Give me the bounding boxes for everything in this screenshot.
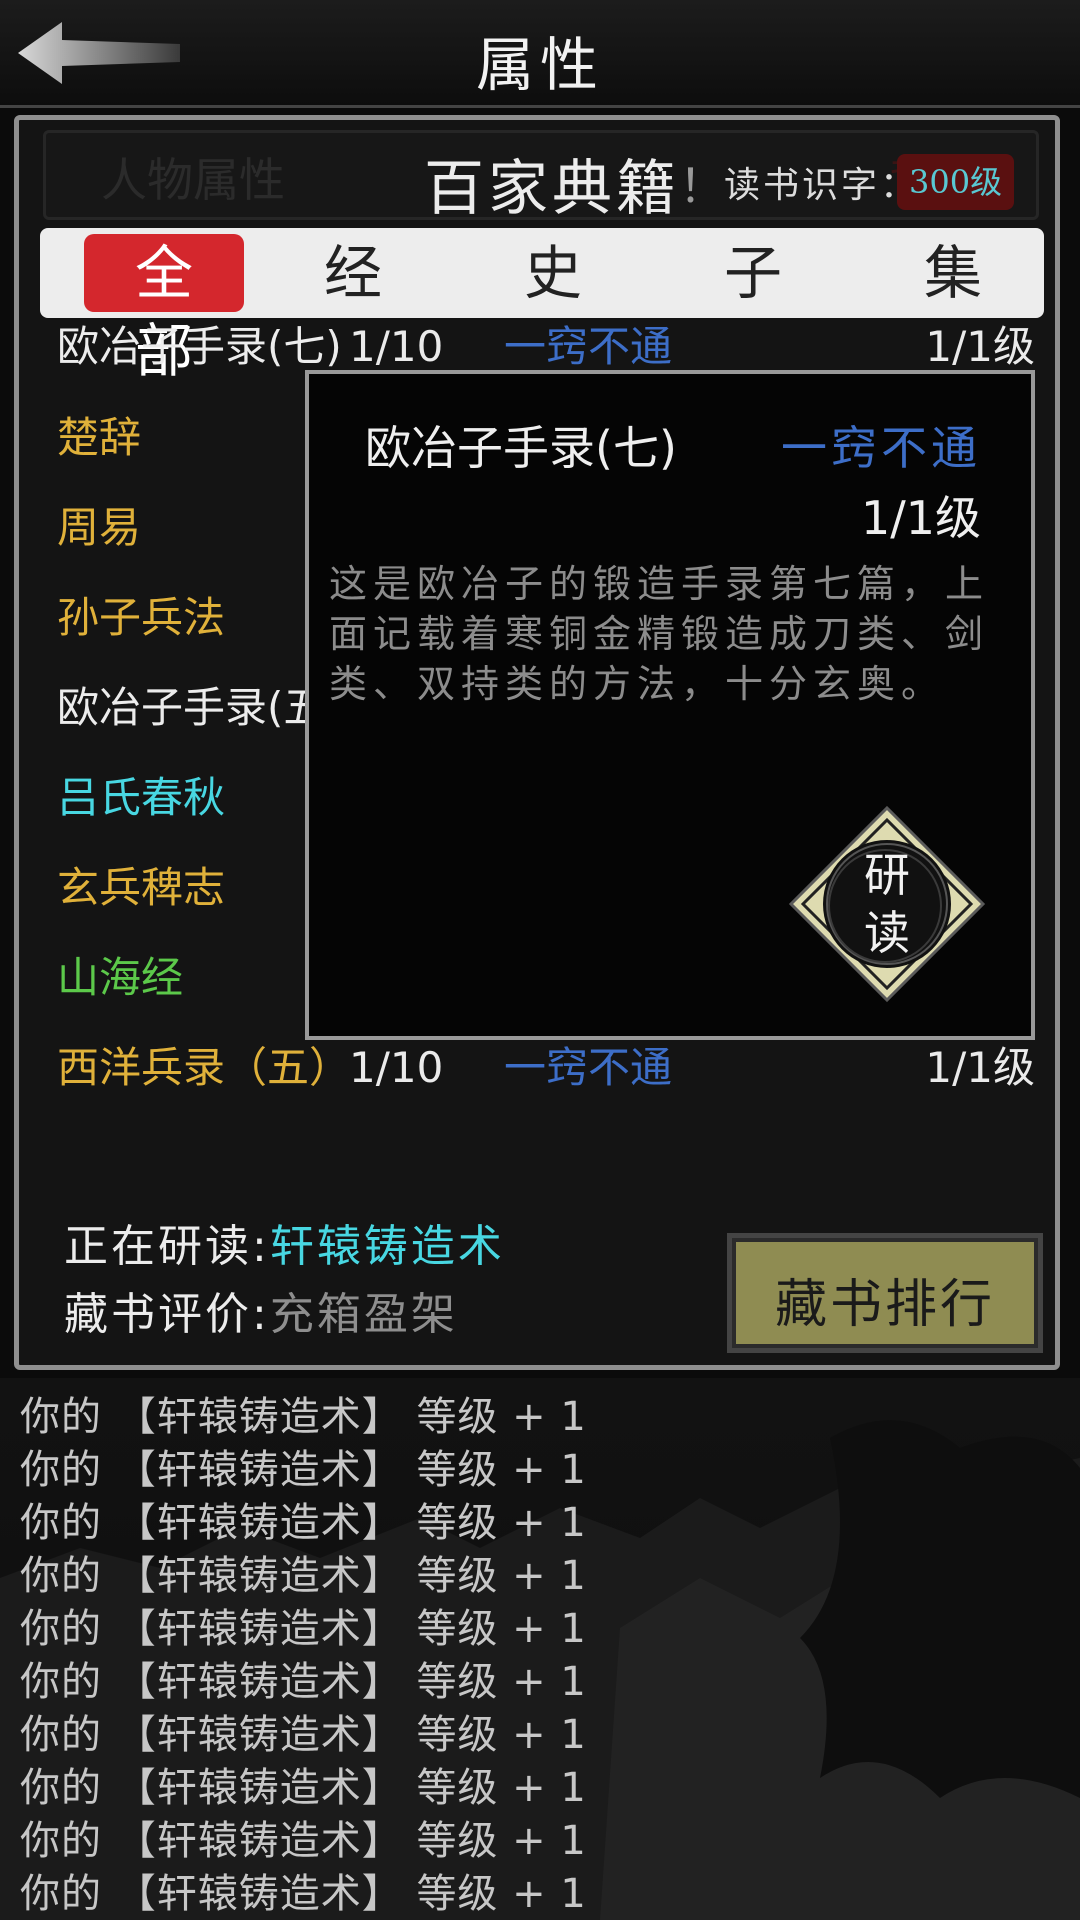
log-suffix: 等级 + 1 xyxy=(416,1500,587,1546)
book-row[interactable]: 西洋兵录（五） 1/10 一窍不通 1/1级 xyxy=(19,1033,1055,1103)
popup-description: 这是欧冶子的锻造手录第七篇，上面记载着寒铜金精锻造成刀类、剑类、双持类的方法，十… xyxy=(329,562,990,706)
log-item: 【轩辕铸造术】 xyxy=(115,1394,403,1440)
book-state: 一窍不通 xyxy=(504,1043,673,1092)
tab-zi[interactable]: 子 xyxy=(720,234,810,312)
log-prefix: 你的 xyxy=(20,1394,102,1440)
read-level-badge: 300级 xyxy=(897,154,1015,210)
log-suffix: 等级 + 1 xyxy=(416,1553,587,1599)
log-item: 【轩辕铸造术】 xyxy=(115,1606,403,1652)
log-prefix: 你的 xyxy=(20,1500,102,1546)
log-suffix: 等级 + 1 xyxy=(416,1447,587,1493)
log-prefix: 你的 xyxy=(20,1818,102,1864)
log-suffix: 等级 + 1 xyxy=(416,1659,587,1705)
top-bar: 属性 xyxy=(0,0,1080,108)
book-name: 玄兵稗志 xyxy=(57,863,226,912)
study-label-line1: 研 xyxy=(864,848,910,902)
log-line: 你的 【轩辕铸造术】 等级 + 1 xyxy=(20,1808,587,1866)
log-line: 你的 【轩辕铸造术】 等级 + 1 xyxy=(20,1649,587,1707)
log-item: 【轩辕铸造术】 xyxy=(115,1659,403,1705)
info-icon[interactable]: ！ xyxy=(679,150,725,216)
book-level: 1/1级 xyxy=(925,1043,1035,1092)
collection-ranking-button[interactable]: 藏书排行 xyxy=(727,1233,1043,1353)
log-suffix: 等级 + 1 xyxy=(416,1871,587,1917)
log-prefix: 你的 xyxy=(20,1553,102,1599)
log-item: 【轩辕铸造术】 xyxy=(115,1712,403,1758)
log-item: 【轩辕铸造术】 xyxy=(115,1447,403,1493)
log-prefix: 你的 xyxy=(20,1765,102,1811)
read-level-label: 读书识字： xyxy=(724,165,920,206)
reading-label: 正在研读: xyxy=(64,1221,270,1272)
popup-book-state: 一窍不通 xyxy=(781,421,981,475)
book-count: 1/10 xyxy=(349,1043,444,1092)
book-name: 周易 xyxy=(57,503,142,552)
log-line: 你的 【轩辕铸造术】 等级 + 1 xyxy=(20,1384,587,1442)
page-title: 属性 xyxy=(475,31,604,99)
book-detail-popup: 欧冶子手录(七) 一窍不通 1/1级 这是欧冶子的锻造手录第七篇，上面记载着寒铜… xyxy=(305,370,1035,1040)
log-suffix: 等级 + 1 xyxy=(416,1606,587,1652)
log-suffix: 等级 + 1 xyxy=(416,1394,587,1440)
log-prefix: 你的 xyxy=(20,1447,102,1493)
log-item: 【轩辕铸造术】 xyxy=(115,1553,403,1599)
tab-ji[interactable]: 集 xyxy=(920,234,1010,312)
popup-book-name: 欧冶子手录(七) xyxy=(365,421,677,475)
rating-label: 藏书评价: xyxy=(64,1289,270,1340)
log-line: 你的 【轩辕铸造术】 等级 + 1 xyxy=(20,1702,587,1760)
tab-shi[interactable]: 史 xyxy=(520,234,610,312)
book-name: 欧冶子手录(五) xyxy=(57,683,342,732)
current-reading: 正在研读:轩辕铸造术 xyxy=(64,1210,505,1274)
log-prefix: 你的 xyxy=(20,1871,102,1917)
collection-rating: 藏书评价:充箱盈架 xyxy=(64,1278,458,1342)
log-item: 【轩辕铸造术】 xyxy=(115,1818,403,1864)
books-panel: 人物属性 背包 百家典籍 ！ 读书识字： 300级 全部 经 史 子 集 欧冶子… xyxy=(14,115,1060,1370)
book-name: 欧冶子手录(七) xyxy=(57,322,342,371)
tab-jing[interactable]: 经 xyxy=(320,234,410,312)
log-line: 你的 【轩辕铸造术】 等级 + 1 xyxy=(20,1596,587,1654)
log-line: 你的 【轩辕铸造术】 等级 + 1 xyxy=(20,1755,587,1813)
study-button-label: 研 读 xyxy=(787,846,987,962)
log-line: 你的 【轩辕铸造术】 等级 + 1 xyxy=(20,1543,587,1601)
log-suffix: 等级 + 1 xyxy=(416,1765,587,1811)
study-button[interactable]: 研 读 xyxy=(787,804,987,1004)
message-log[interactable]: 你的 【轩辕铸造术】 等级 + 1 你的 【轩辕铸造术】 等级 + 1 你的 【… xyxy=(0,1378,1080,1920)
log-line: 你的 【轩辕铸造术】 等级 + 1 xyxy=(20,1490,587,1548)
panel-title: 百家典籍 xyxy=(424,154,680,224)
book-name: 吕氏春秋 xyxy=(57,773,226,822)
reading-value: 轩辕铸造术 xyxy=(269,1221,505,1272)
log-item: 【轩辕铸造术】 xyxy=(115,1500,403,1546)
log-item: 【轩辕铸造术】 xyxy=(115,1765,403,1811)
book-name: 西洋兵录（五） xyxy=(57,1043,352,1092)
book-name: 楚辞 xyxy=(57,413,142,462)
log-line: 你的 【轩辕铸造术】 等级 + 1 xyxy=(20,1861,587,1919)
rating-value: 充箱盈架 xyxy=(269,1289,458,1340)
background-tab-label: 人物属性 xyxy=(101,153,285,207)
log-suffix: 等级 + 1 xyxy=(416,1818,587,1864)
log-prefix: 你的 xyxy=(20,1659,102,1705)
book-name: 山海经 xyxy=(57,953,184,1002)
log-line: 你的 【轩辕铸造术】 等级 + 1 xyxy=(20,1437,587,1495)
ranking-button-label: 藏书排行 xyxy=(774,1275,995,1335)
tab-all[interactable]: 全部 xyxy=(84,234,244,385)
category-tabs: 全部 经 史 子 集 xyxy=(40,228,1044,385)
log-prefix: 你的 xyxy=(20,1606,102,1652)
book-name: 孙子兵法 xyxy=(57,593,226,642)
log-item: 【轩辕铸造术】 xyxy=(115,1871,403,1917)
log-prefix: 你的 xyxy=(20,1712,102,1758)
popup-book-level: 1/1级 xyxy=(860,491,981,545)
log-suffix: 等级 + 1 xyxy=(416,1712,587,1758)
study-label-line2: 读 xyxy=(864,906,910,960)
